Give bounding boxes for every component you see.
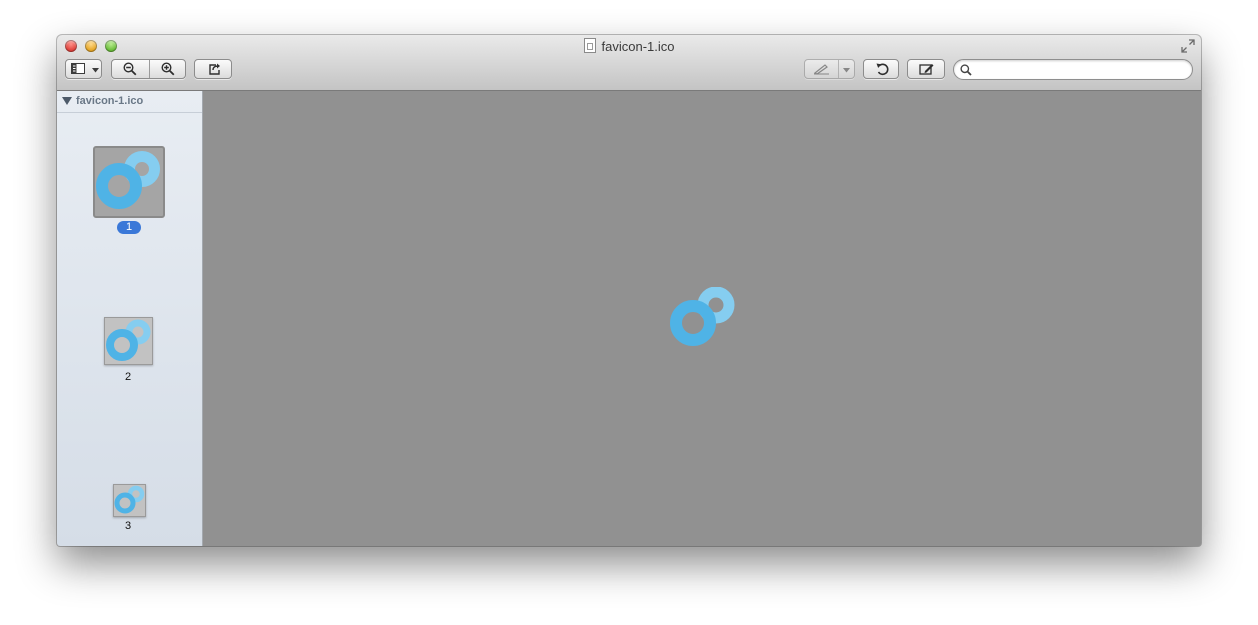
page-number-badge: 1 <box>117 221 141 234</box>
window-title-area: favicon-1.ico <box>57 38 1201 54</box>
rotate-icon <box>876 63 889 76</box>
favicon-rings-icon <box>114 485 145 514</box>
page-thumbnail-1[interactable] <box>93 146 165 218</box>
page-thumbnail-3[interactable] <box>113 484 146 517</box>
sidebar-header[interactable]: favicon-1.ico <box>57 91 202 113</box>
favicon-rings-icon <box>96 151 160 209</box>
share-button[interactable] <box>194 59 232 79</box>
document-view[interactable] <box>203 91 1201 546</box>
document-icon <box>583 38 596 53</box>
share-icon <box>209 63 220 75</box>
page-number-label: 2 <box>124 371 132 383</box>
page-thumbnail-2[interactable] <box>104 317 153 365</box>
fullscreen-icon[interactable] <box>1181 39 1195 53</box>
edit-toolbar-button[interactable] <box>907 59 945 79</box>
page-number-label: 3 <box>124 520 132 532</box>
preview-window: favicon-1.ico favicon-1.ico 1 2 3 <box>57 35 1201 546</box>
segment-divider <box>838 60 839 78</box>
zoom-segmented-control <box>111 59 186 79</box>
zoom-out-icon <box>123 62 137 76</box>
sidebar-icon <box>71 63 85 74</box>
titlebar: favicon-1.ico <box>57 35 1201 91</box>
zoom-in-button[interactable] <box>150 60 186 78</box>
annotate-button[interactable] <box>804 59 855 79</box>
pen-icon <box>813 64 829 75</box>
zoom-in-icon <box>161 62 175 76</box>
favicon-preview-image <box>670 287 735 346</box>
search-field[interactable] <box>953 59 1193 80</box>
edit-icon <box>919 64 934 75</box>
disclosure-triangle-icon[interactable] <box>62 97 72 105</box>
window-title: favicon-1.ico <box>601 39 675 54</box>
chevron-down-icon <box>92 68 99 73</box>
rotate-button[interactable] <box>863 59 899 79</box>
sidebar-document-name: favicon-1.ico <box>76 95 144 107</box>
chevron-down-icon <box>843 68 850 73</box>
sidebar-view-button[interactable] <box>65 59 102 79</box>
search-input[interactable] <box>976 62 1185 79</box>
zoom-out-button[interactable] <box>112 60 149 78</box>
thumbnail-sidebar: favicon-1.ico 1 2 3 <box>57 91 203 546</box>
favicon-rings-icon <box>106 319 151 361</box>
search-icon <box>960 64 972 76</box>
